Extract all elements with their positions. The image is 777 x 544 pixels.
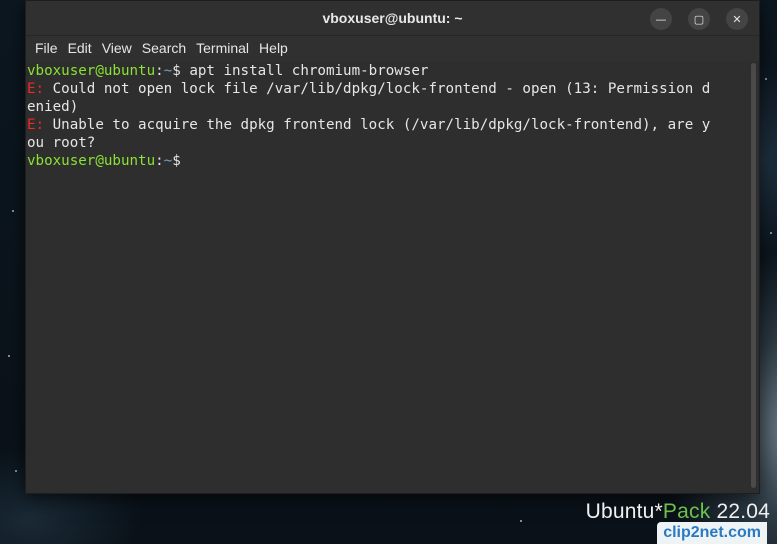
brand-version: 22.04	[710, 500, 770, 523]
maximize-button[interactable]: ▢	[688, 8, 710, 30]
star	[8, 355, 10, 357]
prompt-path: ~	[163, 63, 173, 79]
star	[765, 78, 767, 80]
minimize-button[interactable]: —	[650, 8, 672, 30]
command-text: apt install chromium-browser	[189, 63, 429, 79]
star	[12, 210, 14, 212]
clip2net-watermark: clip2net.com	[657, 522, 767, 544]
menu-help[interactable]: Help	[254, 36, 293, 61]
text-cursor	[189, 152, 197, 168]
terminal-window: vboxuser@ubuntu: ~ — ▢ ✕ File Edit View …	[25, 0, 760, 494]
menu-view[interactable]: View	[97, 36, 137, 61]
error-text: Unable to acquire the dpkg frontend lock…	[44, 117, 711, 133]
maximize-icon: ▢	[693, 12, 705, 26]
prompt-user: vboxuser@ubuntu	[27, 63, 156, 79]
terminal-line: E: Could not open lock file /var/lib/dpk…	[27, 80, 759, 98]
star	[770, 232, 772, 234]
error-prefix: E:	[27, 81, 45, 97]
terminal-output[interactable]: vboxuser@ubuntu:~$ apt install chromium-…	[26, 61, 759, 493]
menu-search[interactable]: Search	[137, 36, 191, 61]
terminal-line: E: Unable to acquire the dpkg frontend l…	[27, 116, 759, 134]
prompt-user: vboxuser@ubuntu	[27, 153, 156, 169]
minimize-icon: —	[655, 12, 667, 26]
brand-pack: Pack	[662, 500, 711, 523]
error-text: enied)	[27, 99, 79, 115]
terminal-line: enied)	[27, 98, 759, 116]
star	[520, 520, 522, 522]
menu-terminal[interactable]: Terminal	[191, 36, 254, 61]
prompt-path: ~	[163, 153, 173, 169]
error-text: ou root?	[27, 135, 96, 151]
brand-star: *	[654, 500, 663, 523]
terminal-line: ou root?	[27, 134, 759, 152]
close-icon: ✕	[732, 12, 742, 26]
error-text: Could not open lock file /var/lib/dpkg/l…	[44, 81, 711, 97]
menu-edit[interactable]: Edit	[63, 36, 97, 61]
menu-file[interactable]: File	[30, 36, 63, 61]
terminal-line: vboxuser@ubuntu:~$	[27, 152, 759, 170]
prompt-dollar: $	[172, 63, 190, 79]
ubuntupack-logo: Ubuntu*Pack 22.04	[586, 500, 770, 524]
error-prefix: E:	[27, 117, 45, 133]
terminal-scrollbar[interactable]	[751, 63, 756, 488]
terminal-line: vboxuser@ubuntu:~$ apt install chromium-…	[27, 62, 759, 80]
close-button[interactable]: ✕	[726, 8, 748, 30]
brand-name: Ubuntu	[585, 500, 655, 523]
prompt-separator: :	[155, 153, 164, 169]
menu-bar: File Edit View Search Terminal Help	[26, 36, 759, 61]
prompt-dollar: $	[172, 153, 190, 169]
title-bar[interactable]: vboxuser@ubuntu: ~ — ▢ ✕	[26, 1, 759, 36]
prompt-separator: :	[155, 63, 164, 79]
star	[15, 470, 17, 472]
